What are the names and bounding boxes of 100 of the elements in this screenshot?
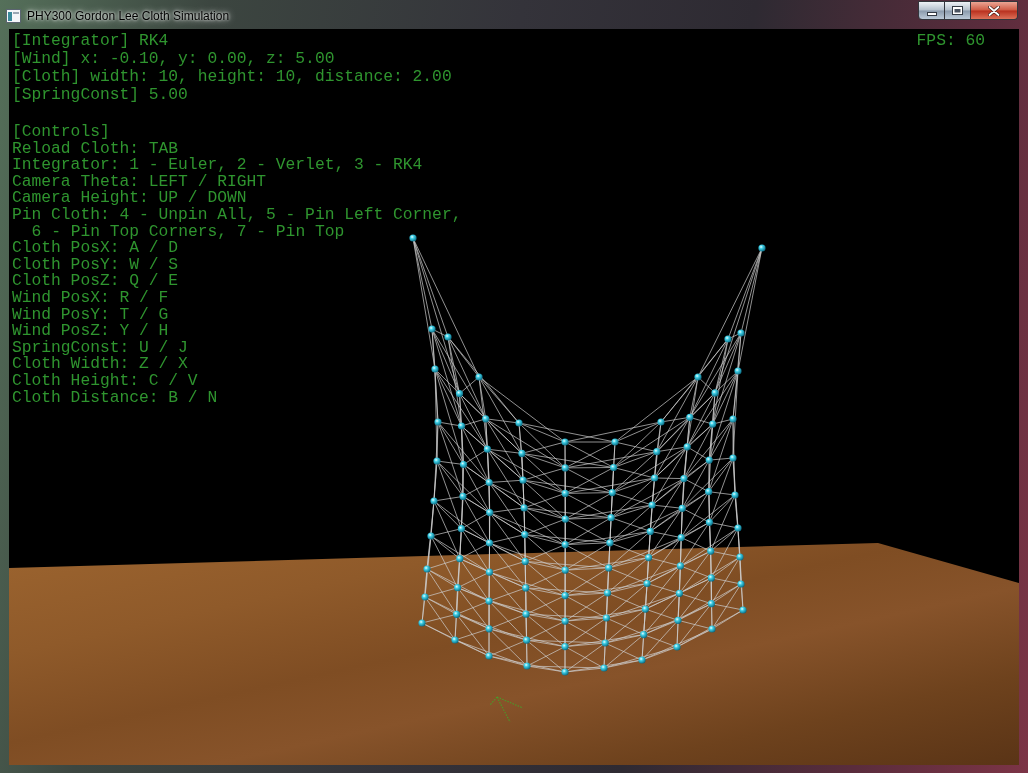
control-hint: Pin Cloth: 4 - Unpin All, 5 - Pin Left Corner, — [12, 206, 462, 224]
mass-node — [434, 418, 442, 426]
mass-node — [724, 335, 732, 343]
mass-node — [601, 639, 609, 647]
mass-node — [486, 509, 494, 517]
mass-node — [707, 574, 715, 582]
mass-node — [736, 553, 744, 561]
mass-node — [519, 476, 527, 484]
mass-node — [678, 504, 686, 512]
mass-node — [522, 610, 530, 618]
mass-node — [734, 367, 742, 375]
mass-node — [523, 662, 531, 670]
fps-counter: FPS: 60 — [916, 32, 985, 50]
mass-node — [421, 593, 429, 601]
mass-node — [561, 592, 569, 600]
mass-node — [737, 329, 745, 337]
control-hint: Cloth PosZ: Q / E — [12, 273, 179, 290]
control-hint: Camera Height: UP / DOWN — [12, 190, 247, 207]
mass-node — [707, 547, 715, 555]
control-hint: 6 - Pin Top Corners, 7 - Pin Top — [31, 223, 345, 241]
mass-node — [428, 325, 436, 333]
mass-node — [729, 415, 737, 423]
minimize-button[interactable] — [918, 1, 945, 20]
mass-node — [409, 234, 417, 242]
mass-node — [561, 566, 569, 574]
mass-node — [709, 420, 717, 428]
mass-node — [433, 457, 441, 465]
control-hint: Cloth Height: C / V — [12, 372, 198, 390]
arrow-icon — [489, 696, 524, 723]
mass-node — [651, 474, 659, 482]
control-hint: SpringConst: U / J — [12, 339, 188, 357]
mass-node — [683, 443, 691, 451]
mass-node — [485, 568, 493, 576]
mass-node — [485, 652, 493, 660]
mass-node — [657, 418, 665, 426]
control-hint: Reload Cloth: TAB — [12, 140, 179, 158]
mass-node — [610, 463, 618, 472]
mass-node — [707, 600, 715, 608]
mass-node — [518, 449, 526, 457]
mass-node — [454, 584, 462, 592]
control-hint: Cloth PosX: A / D — [12, 240, 179, 257]
mass-node — [674, 616, 682, 624]
status-line: [SpringConst] 5.00 — [12, 86, 188, 104]
mass-node — [677, 534, 685, 542]
mass-node — [483, 445, 491, 453]
mass-node — [643, 579, 651, 588]
control-hint: Cloth Width: Z / X — [12, 356, 188, 373]
mass-node — [705, 456, 713, 464]
mass-node — [705, 488, 713, 496]
mass-node — [739, 606, 747, 614]
mass-node — [453, 610, 461, 618]
mass-node — [600, 664, 608, 672]
mass-node — [675, 589, 683, 597]
mass-node — [731, 491, 739, 499]
maximize-button[interactable] — [945, 1, 971, 20]
mass-node — [646, 527, 654, 535]
mass-node — [521, 531, 529, 539]
mass-node — [648, 501, 656, 509]
mass-node — [603, 589, 612, 597]
mass-node — [561, 643, 569, 651]
mass-node — [640, 631, 648, 639]
close-icon — [988, 5, 1000, 16]
control-hint: Wind PosX: R / F — [12, 289, 169, 307]
mass-node — [680, 475, 688, 483]
mass-node — [608, 489, 616, 497]
mass-node — [734, 524, 742, 532]
minimize-icon — [926, 11, 937, 16]
mass-node — [606, 539, 614, 547]
control-hint: Integrator: 1 - Euler, 2 - Verlet, 3 - RK4 — [12, 157, 423, 174]
mass-node — [694, 373, 702, 381]
mass-node — [444, 333, 452, 341]
mass-node — [522, 584, 530, 592]
mass-node — [686, 413, 694, 421]
status-line: [Wind] x: -0.10, y: 0.00, z: 5.00 — [12, 50, 335, 68]
control-hint: Cloth Distance: B / N — [12, 389, 218, 407]
mass-node — [708, 625, 716, 633]
mass-node — [455, 390, 464, 398]
mass-node — [673, 643, 681, 651]
control-hint: Camera Theta: LEFT / RIGHT — [12, 173, 267, 191]
mass-node — [561, 464, 569, 472]
mass-node — [485, 625, 493, 633]
mass-node — [515, 419, 523, 427]
mass-node — [561, 489, 569, 497]
control-hint: Wind PosY: T / G — [12, 306, 169, 324]
mass-node — [676, 562, 684, 570]
mass-node — [645, 554, 653, 562]
mass-node — [561, 617, 569, 625]
mass-node — [423, 565, 431, 573]
mass-node — [602, 614, 610, 622]
mass-node — [431, 365, 439, 373]
mass-node — [485, 539, 494, 547]
mass-node — [561, 668, 569, 676]
mass-node — [605, 564, 613, 572]
mass-node — [737, 580, 745, 588]
mass-node — [653, 448, 661, 456]
mass-node — [561, 515, 569, 523]
status-line: [Cloth] width: 10, height: 10, distance: 2.00 — [12, 68, 452, 86]
close-button[interactable] — [971, 1, 1018, 20]
mass-node — [758, 244, 766, 252]
mass-node — [711, 389, 719, 397]
